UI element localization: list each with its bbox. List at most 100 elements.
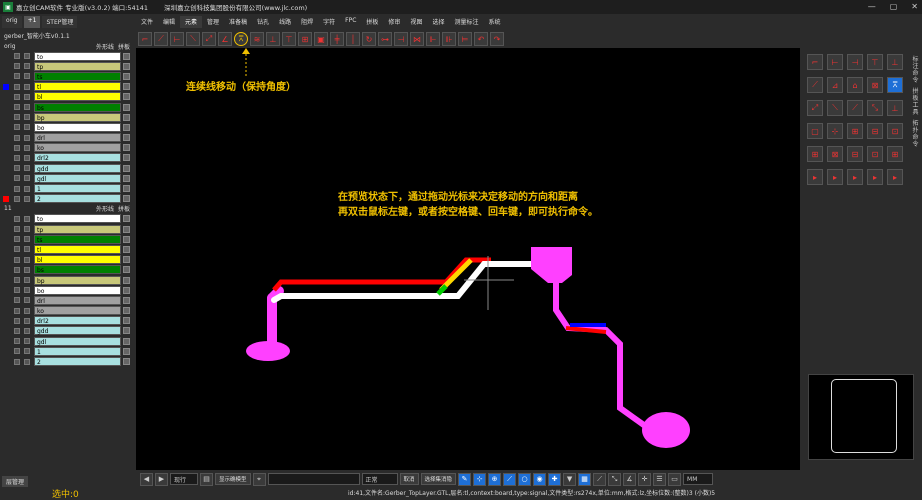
layer-settings-icon[interactable]	[123, 113, 130, 121]
layer-row[interactable]: ts	[0, 71, 136, 81]
layer-name[interactable]: to	[34, 51, 121, 61]
layer-settings-icon[interactable]	[123, 266, 130, 274]
layer-name[interactable]: bs	[34, 102, 121, 112]
layer-name[interactable]: bs	[34, 265, 121, 275]
layer-row[interactable]: bs	[0, 265, 136, 275]
layer-visible-checkbox[interactable]	[14, 175, 20, 182]
layer-name[interactable]: bp	[34, 112, 121, 122]
pen-icon[interactable]: ✎	[458, 472, 472, 486]
layer-active-checkbox[interactable]	[24, 327, 30, 334]
command-tool-icon[interactable]: ▸	[827, 169, 843, 185]
layer-settings-icon[interactable]	[123, 256, 130, 264]
line-end-icon[interactable]: ⊤	[282, 32, 296, 46]
layer-visible-checkbox[interactable]	[14, 236, 20, 243]
command-tool-icon[interactable]: ⊹	[827, 123, 843, 139]
align-icon[interactable]: ⊨	[458, 32, 472, 46]
menu-item-12[interactable]: 视图	[405, 16, 427, 28]
menu-item-2[interactable]: 元素	[180, 16, 203, 28]
panel-toggle[interactable]: 拼板	[118, 42, 130, 51]
command-tool-icon[interactable]: ⊥	[887, 54, 903, 70]
measure-icon[interactable]: ⟋	[593, 472, 607, 486]
square-pad-icon[interactable]: ▣	[314, 32, 328, 46]
layer-name[interactable]: gdl	[34, 336, 121, 346]
snap-point-icon[interactable]: ⊕	[488, 472, 502, 486]
menu-item-8[interactable]: 字符	[318, 16, 340, 28]
command-tool-icon[interactable]: ⊠	[827, 146, 843, 162]
layer-name[interactable]: 1	[34, 184, 121, 194]
command-tool-icon[interactable]: ⟍	[827, 100, 843, 116]
arrow-down-line-icon[interactable]: ⊥	[266, 32, 280, 46]
layer-row[interactable]: ko	[0, 306, 136, 316]
layer-name[interactable]: 2	[34, 194, 121, 204]
layer-active-checkbox[interactable]	[24, 63, 30, 70]
layer-row[interactable]: bp	[0, 275, 136, 285]
bracket-tool-icon[interactable]: ⊢	[170, 32, 184, 46]
layer-name[interactable]: tp	[34, 224, 121, 234]
layer-name[interactable]: ko	[34, 143, 121, 153]
command-tool-icon[interactable]: ⊢	[827, 54, 843, 70]
step-tab-2[interactable]: STEP管理	[42, 16, 78, 28]
layer-row[interactable]: gdl	[0, 336, 136, 346]
menu-item-11[interactable]: 修审	[383, 16, 405, 28]
layer-visible-checkbox[interactable]	[14, 307, 20, 314]
command-input[interactable]	[267, 473, 360, 485]
layer-visible-checkbox[interactable]	[14, 134, 20, 141]
layer-visible-checkbox[interactable]	[14, 338, 20, 345]
layer-name[interactable]: bo	[34, 122, 121, 132]
layer-name[interactable]: bp	[34, 275, 121, 285]
layer-active-checkbox[interactable]	[24, 114, 30, 121]
layer-settings-icon[interactable]	[123, 276, 130, 284]
layer-visible-checkbox[interactable]	[14, 317, 20, 324]
layer-visible-checkbox[interactable]	[14, 266, 20, 273]
line-tool-icon[interactable]: ⌐	[138, 32, 152, 46]
rotate-icon[interactable]: ↻	[362, 32, 376, 46]
layer-row[interactable]: tl	[0, 244, 136, 254]
layer-active-checkbox[interactable]	[24, 175, 30, 182]
layer-active-checkbox[interactable]	[24, 195, 30, 202]
hide-selection-button[interactable]: 选择集消隐	[420, 473, 457, 485]
command-tool-icon[interactable]: ⤢	[807, 100, 823, 116]
continuous-line-move-icon[interactable]: ⩞	[234, 32, 248, 46]
outline-toggle[interactable]: 外形线	[96, 204, 114, 213]
layer-settings-icon[interactable]	[123, 225, 130, 233]
layer-name[interactable]: 2	[34, 357, 121, 367]
layer-name[interactable]: gdd	[34, 326, 121, 336]
layer-name[interactable]: to	[34, 214, 121, 224]
layer-visible-checkbox[interactable]	[14, 327, 20, 334]
flip-icon[interactable]: ⊩	[426, 32, 440, 46]
layer-name[interactable]: drl2	[34, 153, 121, 163]
layer-active-checkbox[interactable]	[24, 256, 30, 263]
layer-row[interactable]: tp	[0, 61, 136, 71]
layer-visible-checkbox[interactable]	[14, 195, 20, 202]
label-panel-tools[interactable]: 拼板工具	[911, 88, 920, 116]
command-tool-icon[interactable]: ⊡	[887, 123, 903, 139]
maximize-button[interactable]: ▢	[890, 2, 898, 11]
cut-line-icon[interactable]: ⟋	[154, 32, 168, 46]
layer-settings-icon[interactable]	[123, 62, 130, 70]
wave-line-icon[interactable]: ≋	[250, 32, 264, 46]
snap-circle-icon[interactable]: ○	[518, 472, 532, 486]
menu-item-9[interactable]: FPC	[340, 16, 361, 28]
undo-arc-icon[interactable]: ↶	[474, 32, 488, 46]
layer-active-checkbox[interactable]	[24, 154, 30, 161]
menu-item-7[interactable]: 阻焊	[296, 16, 318, 28]
layer-active-checkbox[interactable]	[24, 185, 30, 192]
layer-row[interactable]: drl2	[0, 153, 136, 163]
command-tool-icon[interactable]: ⊟	[867, 123, 883, 139]
layer-visible-checkbox[interactable]	[14, 104, 20, 111]
command-tool-icon[interactable]: ⌐	[807, 54, 823, 70]
prev-icon[interactable]: ◀	[140, 472, 153, 486]
layer-active-checkbox[interactable]	[24, 215, 30, 222]
layer-settings-icon[interactable]	[123, 215, 130, 223]
angle-tool-icon[interactable]: ∠	[218, 32, 232, 46]
layer-group-header[interactable]: orig 外形线 拼板	[0, 41, 136, 51]
command-tool-icon[interactable]: ⊞	[887, 146, 903, 162]
line-split-icon[interactable]: ╪	[330, 32, 344, 46]
view-mode-select[interactable]: 正常	[361, 473, 398, 485]
layer-settings-icon[interactable]	[123, 286, 130, 294]
slash-tool-icon[interactable]: ⟍	[186, 32, 200, 46]
layer-settings-icon[interactable]	[123, 72, 130, 80]
layer-visible-checkbox[interactable]	[14, 287, 20, 294]
layer-settings-icon[interactable]	[123, 245, 130, 253]
layer-row[interactable]: bl	[0, 255, 136, 265]
